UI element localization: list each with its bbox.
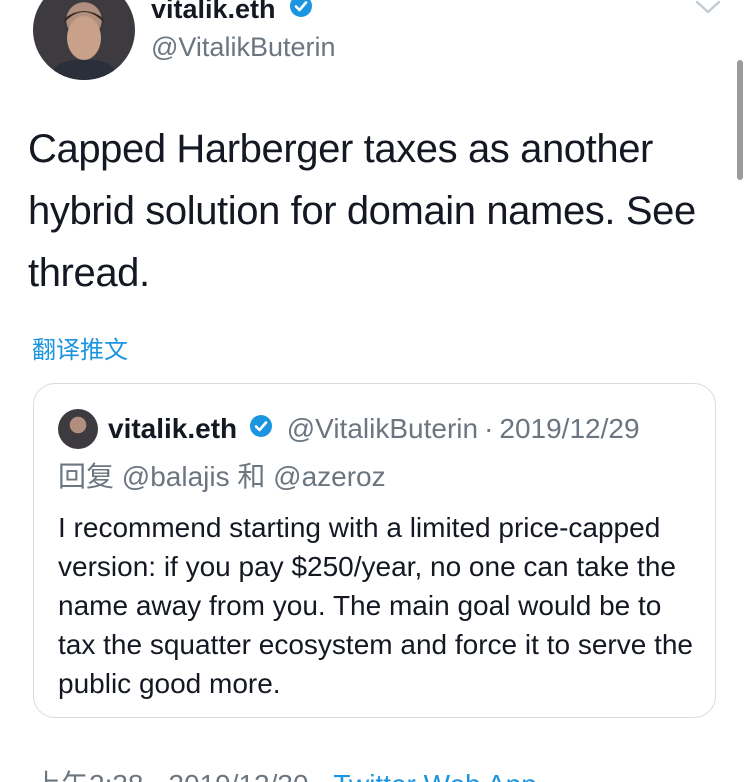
tweet-date: 2019/12/30	[168, 769, 308, 782]
quoted-tweet-header: vitalik.eth @VitalikButerin · 2019/12/29	[108, 412, 640, 446]
translate-tweet-link[interactable]: 翻译推文	[32, 330, 128, 365]
reply-to-label: 回复 @balajis 和 @azeroz	[58, 461, 386, 492]
tweet-time: 上午2:38	[33, 769, 144, 782]
verified-badge-icon	[249, 412, 273, 446]
quoted-tweet-card[interactable]: vitalik.eth @VitalikButerin · 2019/12/29 回…	[33, 383, 716, 718]
quoted-tweet-text: I recommend starting with a limited pric…	[58, 512, 693, 699]
chevron-down-icon[interactable]	[694, 0, 722, 18]
quoted-author-avatar	[58, 409, 98, 449]
separator-dot: ·	[151, 769, 160, 782]
quoted-author-handle: @VitalikButerin	[286, 413, 479, 444]
quoted-tweet-date: 2019/12/29	[499, 413, 640, 444]
scrollbar-thumb[interactable]	[737, 60, 743, 180]
author-avatar[interactable]	[33, 0, 135, 80]
author-name-text: vitalik.eth	[151, 0, 276, 24]
author-handle[interactable]: @VitalikButerin	[151, 30, 336, 64]
verified-badge-icon	[289, 0, 313, 26]
separator-dot: ·	[484, 413, 494, 444]
separator-dot: ·	[316, 769, 325, 782]
quoted-author-name: vitalik.eth	[108, 413, 238, 444]
tweet-detail-screen: vitalik.eth @VitalikButerin Capped Harbe…	[0, 0, 750, 782]
author-name[interactable]: vitalik.eth	[151, 0, 313, 26]
tweet-text: Capped Harberger taxes as another hybrid…	[28, 127, 696, 295]
tweet-meta: 上午2:38 · 2019/12/30 · Twitter Web App	[33, 763, 537, 782]
tweet-source-link[interactable]: Twitter Web App	[333, 769, 536, 782]
